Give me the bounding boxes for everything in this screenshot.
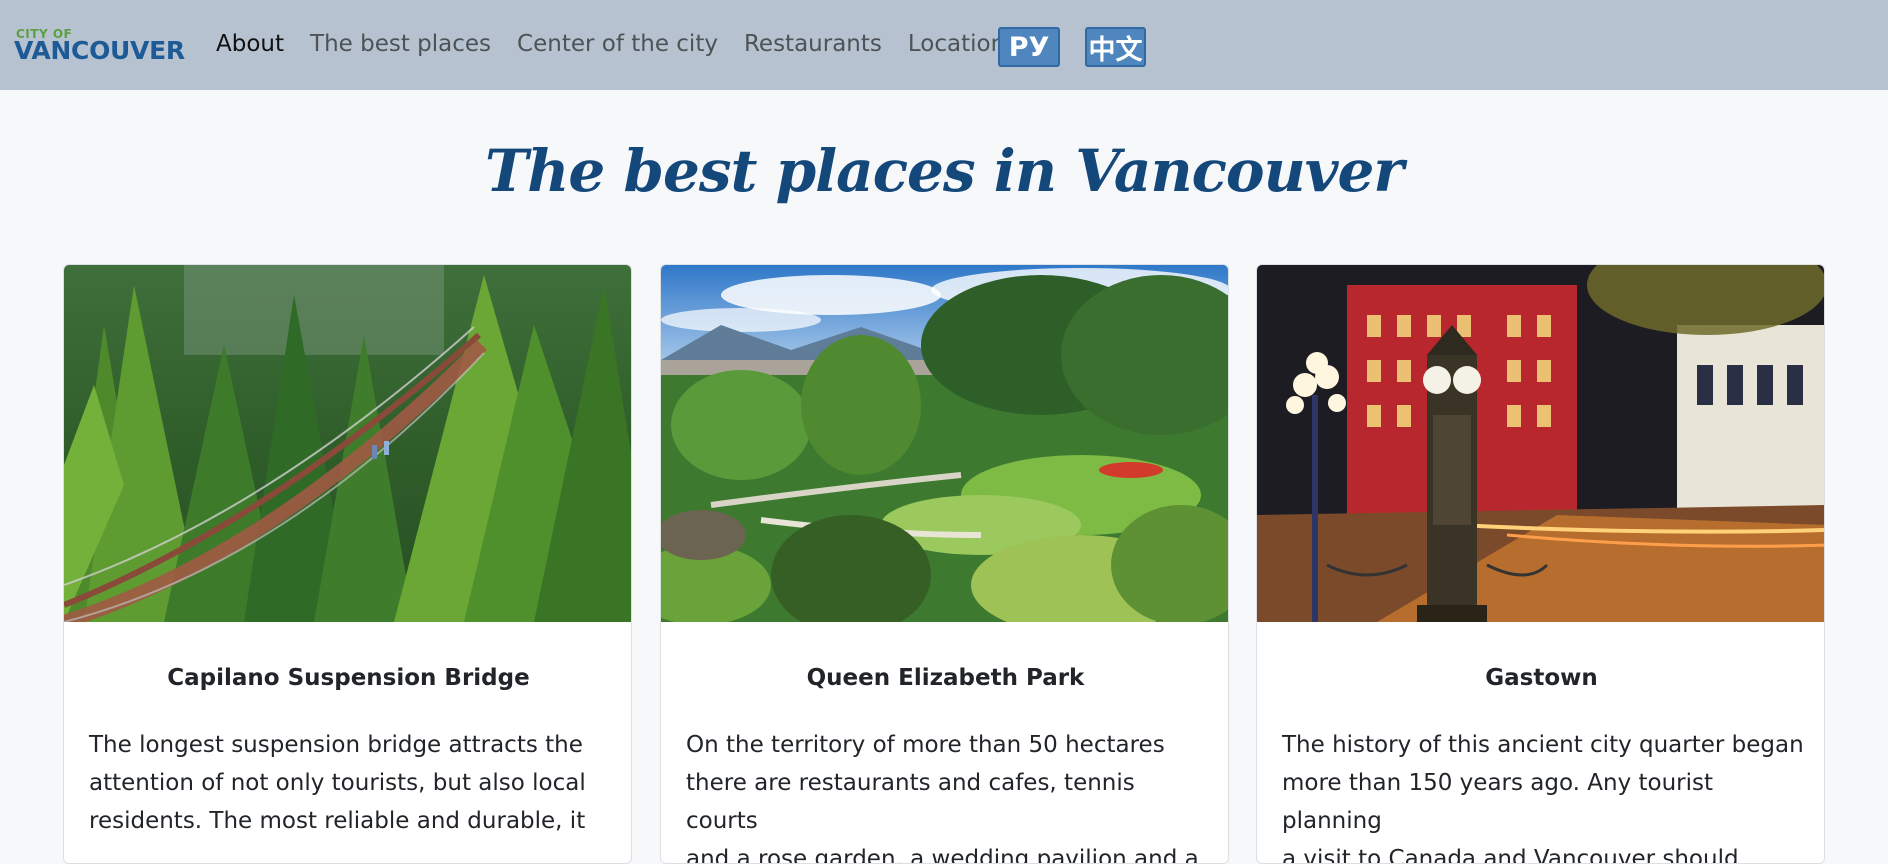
- logo-vancouver-text: VANCOUVER: [14, 36, 185, 65]
- page-title: The best places in Vancouver: [485, 137, 1404, 205]
- navbar: CITY OF VANCOUVER About The best places …: [0, 0, 1888, 90]
- capilano-bridge-image: [64, 265, 631, 622]
- place-card-gastown: Gastown The history of this ancient city…: [1256, 264, 1825, 864]
- nav-link-restaurants[interactable]: Restaurants: [744, 31, 882, 57]
- nav-link-center-of-city[interactable]: Center of the city: [517, 31, 718, 57]
- queen-elizabeth-park-image: [661, 265, 1228, 622]
- language-chinese-button[interactable]: 中文: [1085, 27, 1146, 67]
- card-title: Queen Elizabeth Park: [806, 665, 1085, 691]
- nav-link-location[interactable]: Location: [908, 31, 1005, 57]
- nav-link-about[interactable]: About: [216, 31, 284, 57]
- language-russian-button[interactable]: РУ: [998, 27, 1060, 67]
- city-of-vancouver-logo[interactable]: CITY OF VANCOUVER: [14, 26, 202, 66]
- card-text: On the territory of more than 50 hectare…: [686, 732, 1199, 864]
- gastown-steam-clock-image: [1257, 265, 1824, 622]
- nav-links: About The best places Center of the city…: [216, 24, 1031, 64]
- card-text: The history of this ancient city quarter…: [1282, 732, 1804, 864]
- nav-link-best-places[interactable]: The best places: [310, 31, 491, 57]
- card-title: Capilano Suspension Bridge: [167, 665, 530, 691]
- place-card-queen-elizabeth-park: Queen Elizabeth Park On the territory of…: [660, 264, 1229, 864]
- card-title: Gastown: [1485, 665, 1598, 691]
- place-card-capilano: Capilano Suspension Bridge The longest s…: [63, 264, 632, 864]
- card-text: The longest suspension bridge attracts t…: [89, 732, 586, 834]
